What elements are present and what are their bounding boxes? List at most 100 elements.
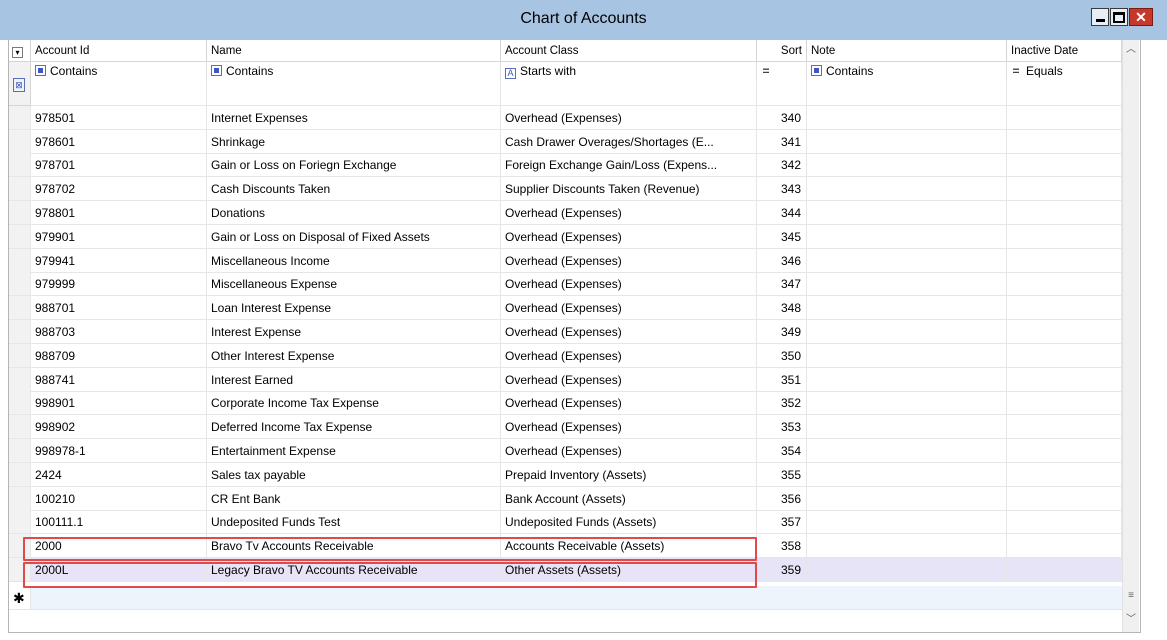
table-row[interactable]: 988701 Loan Interest Expense Overhead (Exp…: [9, 296, 1122, 321]
cell-account-class[interactable]: Overhead (Expenses): [501, 320, 757, 344]
cell-inactive-date[interactable]: [1007, 415, 1122, 440]
cell-inactive-date[interactable]: [1007, 510, 1122, 535]
cell-note[interactable]: [807, 296, 1007, 321]
cell-inactive-date[interactable]: [1007, 439, 1122, 463]
cell-account-class[interactable]: Overhead (Expenses): [501, 439, 757, 463]
cell-account-id[interactable]: 100111.1: [31, 510, 207, 535]
table-row[interactable]: 988709 Other Interest Expense Overhead (Ex…: [9, 343, 1122, 368]
new-row-area[interactable]: [31, 586, 1122, 610]
row-selector[interactable]: [9, 415, 31, 440]
cell-note[interactable]: [807, 320, 1007, 344]
column-header-account-class[interactable]: Account Class: [501, 40, 757, 62]
close-button[interactable]: ✕: [1129, 8, 1153, 26]
table-row[interactable]: 978702 Cash Discounts Taken Supplier Disco…: [9, 177, 1122, 202]
cell-name[interactable]: Interest Expense: [207, 320, 501, 344]
cell-sort[interactable]: 354: [757, 439, 807, 463]
cell-name[interactable]: Miscellaneous Income: [207, 248, 501, 273]
cell-account-class[interactable]: Undeposited Funds (Assets): [501, 510, 757, 535]
cell-note[interactable]: [807, 248, 1007, 273]
row-selector[interactable]: [9, 105, 31, 130]
column-chooser-button[interactable]: ▾: [9, 40, 31, 62]
cell-inactive-date[interactable]: [1007, 177, 1122, 202]
cell-sort[interactable]: 344: [757, 201, 807, 225]
cell-sort[interactable]: 345: [757, 224, 807, 249]
cell-name[interactable]: Entertainment Expense: [207, 439, 501, 463]
cell-inactive-date[interactable]: [1007, 105, 1122, 130]
cell-sort[interactable]: 347: [757, 272, 807, 297]
cell-account-id[interactable]: 998978-1: [31, 439, 207, 463]
cell-note[interactable]: [807, 367, 1007, 392]
cell-name[interactable]: Donations: [207, 201, 501, 225]
cell-name[interactable]: Loan Interest Expense: [207, 296, 501, 321]
row-selector[interactable]: [9, 391, 31, 416]
row-selector[interactable]: [9, 224, 31, 249]
cell-inactive-date[interactable]: [1007, 248, 1122, 273]
cell-inactive-date[interactable]: [1007, 296, 1122, 321]
cell-sort[interactable]: 343: [757, 177, 807, 202]
table-row[interactable]: 998901 Corporate Income Tax Expense Overhe…: [9, 391, 1122, 416]
cell-sort[interactable]: [757, 82, 807, 106]
cell-account-class[interactable]: Overhead (Expenses): [501, 391, 757, 416]
cell-name[interactable]: Corporate Income Tax Expense: [207, 391, 501, 416]
cell-account-id[interactable]: 978702: [31, 177, 207, 202]
cell-account-class[interactable]: Prepaid Inventory (Assets): [501, 462, 757, 487]
cell-sort[interactable]: 340: [757, 105, 807, 130]
cell-inactive-date[interactable]: [1007, 343, 1122, 368]
cell-account-id[interactable]: 100210: [31, 486, 207, 511]
cell-account-id[interactable]: 998902: [31, 415, 207, 440]
cell-account-class[interactable]: Bank Account (Assets): [501, 486, 757, 511]
row-selector[interactable]: [9, 129, 31, 154]
minimize-button[interactable]: [1091, 8, 1109, 26]
cell-sort[interactable]: 341: [757, 129, 807, 154]
cell-sort[interactable]: 342: [757, 153, 807, 178]
row-selector[interactable]: [9, 153, 31, 178]
row-selector[interactable]: [9, 201, 31, 225]
cell-account-id[interactable]: 978501: [31, 105, 207, 130]
cell-name[interactable]: Deferred Income Tax Expense: [207, 415, 501, 440]
filter-account-class[interactable]: A Starts with: [501, 62, 757, 82]
table-row[interactable]: 979999 Miscellaneous Expense Overhead (Exp…: [9, 272, 1122, 297]
row-selector[interactable]: [9, 343, 31, 368]
cell-note[interactable]: [807, 391, 1007, 416]
cell-sort[interactable]: 356: [757, 486, 807, 511]
cell-account-class[interactable]: Foreign Exchange Gain/Loss (Expens...: [501, 153, 757, 178]
filter-account-id[interactable]: Contains: [31, 62, 207, 82]
scroll-up-icon[interactable]: ︿: [1123, 42, 1139, 58]
cell-note[interactable]: [807, 177, 1007, 202]
cell-note[interactable]: [807, 510, 1007, 535]
cell-note[interactable]: [807, 486, 1007, 511]
cell-account-class[interactable]: Overhead (Expenses): [501, 343, 757, 368]
cell-sort[interactable]: 357: [757, 510, 807, 535]
cell-account-id[interactable]: 988741: [31, 367, 207, 392]
cell-sort[interactable]: 349: [757, 320, 807, 344]
cell-account-id[interactable]: 978701: [31, 153, 207, 178]
cell-name[interactable]: Gain or Loss on Foriegn Exchange: [207, 153, 501, 178]
cell-inactive-date[interactable]: [1007, 201, 1122, 225]
cell-account-id[interactable]: 988709: [31, 343, 207, 368]
cell-name[interactable]: Cash Discounts Taken: [207, 177, 501, 202]
cell-inactive-date[interactable]: [1007, 272, 1122, 297]
cell-account-class[interactable]: Overhead (Expenses): [501, 272, 757, 297]
cell-sort[interactable]: 348: [757, 296, 807, 321]
cell-account-id[interactable]: [31, 82, 207, 106]
table-row[interactable]: 978701 Gain or Loss on Foriegn Exchange Fo…: [9, 153, 1122, 178]
cell-account-id[interactable]: 979941: [31, 248, 207, 273]
cell-account-id[interactable]: 978801: [31, 201, 207, 225]
table-row[interactable]: 978801 Donations Overhead (Expenses) 344: [9, 201, 1122, 225]
cell-sort[interactable]: 358: [757, 534, 807, 559]
cell-account-id[interactable]: 988701: [31, 296, 207, 321]
cell-sort[interactable]: 353: [757, 415, 807, 440]
cell-account-class[interactable]: Overhead (Expenses): [501, 105, 757, 130]
filter-sort[interactable]: =: [757, 62, 807, 82]
table-row[interactable]: 100111.1 Undeposited Funds Test Undeposite…: [9, 510, 1122, 535]
cell-inactive-date[interactable]: [1007, 129, 1122, 154]
cell-inactive-date[interactable]: [1007, 153, 1122, 178]
table-row[interactable]: 998978-1 Entertainment Expense Overhead (E…: [9, 439, 1122, 463]
cell-name[interactable]: CR Ent Bank: [207, 486, 501, 511]
cell-note[interactable]: [807, 82, 1007, 106]
filter-note[interactable]: Contains: [807, 62, 1007, 82]
cell-name[interactable]: Miscellaneous Expense: [207, 272, 501, 297]
cell-account-class[interactable]: Overhead (Expenses): [501, 201, 757, 225]
cell-account-id[interactable]: 2424: [31, 462, 207, 487]
cell-note[interactable]: [807, 105, 1007, 130]
